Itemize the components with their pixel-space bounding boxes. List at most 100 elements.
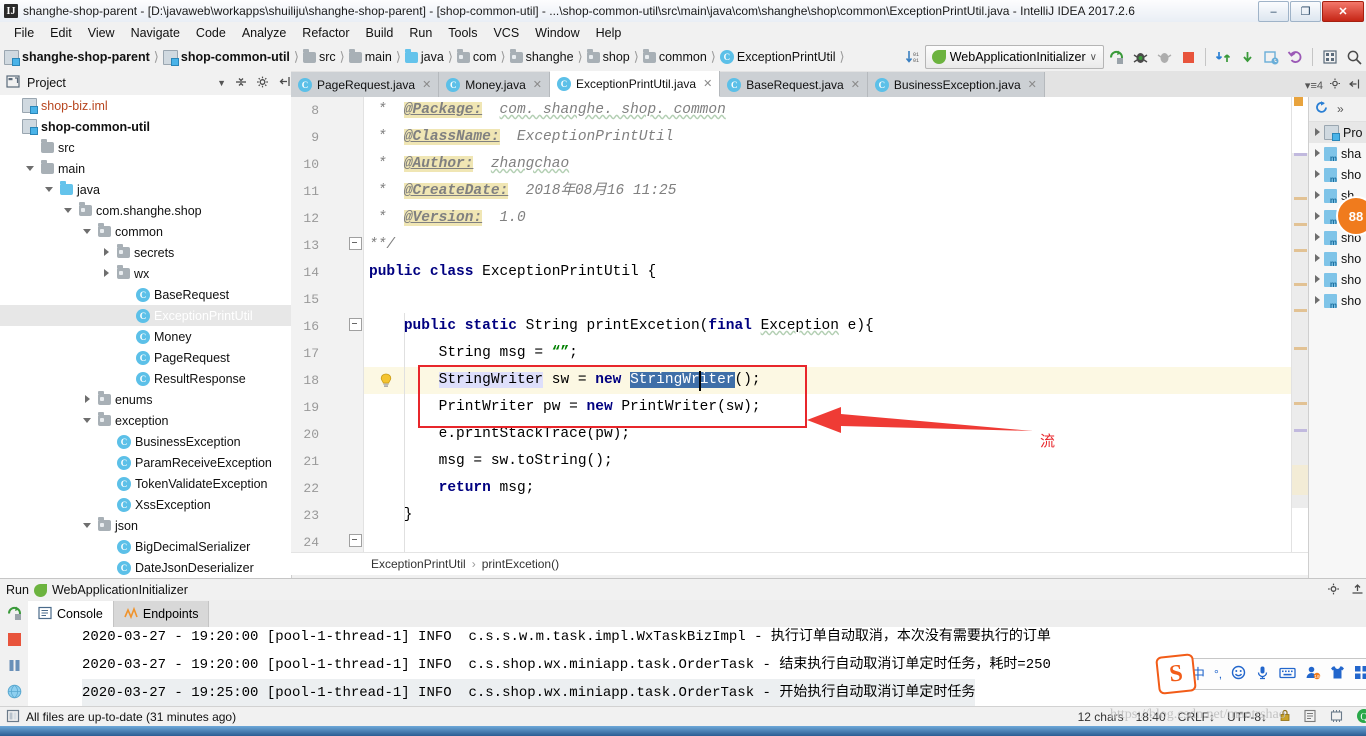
- tree-item[interactable]: exception: [0, 410, 291, 431]
- tree-item[interactable]: C ParamReceiveException: [0, 452, 291, 473]
- maximize-button[interactable]: ❐: [1290, 1, 1321, 22]
- code-line[interactable]: * @Package: com. shanghe. shop. common: [369, 97, 726, 124]
- qq-icon[interactable]: Q: [1356, 708, 1366, 727]
- code-line[interactable]: * @ClassName: ExceptionPrintUtil: [369, 124, 674, 151]
- skin-icon[interactable]: [1330, 665, 1345, 683]
- menu-analyze[interactable]: Analyze: [234, 24, 294, 42]
- breadcrumb-main[interactable]: main: [348, 48, 392, 64]
- maven-module-row[interactable]: sho: [1309, 269, 1366, 290]
- code-line[interactable]: return msg;: [369, 475, 535, 502]
- tree-item[interactable]: shop-biz.iml: [0, 95, 291, 116]
- run-icon[interactable]: [1105, 46, 1127, 68]
- fold-marker[interactable]: [349, 318, 362, 331]
- code-line[interactable]: * @Author: zhangchao: [369, 151, 569, 178]
- menu-window[interactable]: Window: [527, 24, 587, 42]
- code-line[interactable]: public static String printExcetion(final…: [369, 313, 874, 340]
- chevron-down-icon[interactable]: [44, 184, 55, 195]
- maven-module-row[interactable]: sho: [1309, 290, 1366, 311]
- chevron-right-icon[interactable]: [1312, 274, 1323, 285]
- code-line[interactable]: String msg = “”;: [369, 340, 578, 367]
- revert-icon[interactable]: [1284, 46, 1306, 68]
- chevron-right-icon[interactable]: [1312, 190, 1323, 201]
- tree-item[interactable]: secrets: [0, 242, 291, 263]
- fold-marker[interactable]: [349, 534, 362, 547]
- code-line[interactable]: public class ExceptionPrintUtil {: [369, 259, 656, 286]
- close-button[interactable]: ✕: [1322, 1, 1364, 22]
- globe-icon[interactable]: [0, 678, 28, 704]
- tree-item[interactable]: wx: [0, 263, 291, 284]
- breadcrumb-project[interactable]: shanghe-shop-parent: [4, 49, 150, 66]
- debug-icon[interactable]: [1129, 46, 1151, 68]
- chevron-right-icon[interactable]: [1312, 232, 1323, 243]
- editor-tab[interactable]: C BaseRequest.java ✕: [720, 72, 868, 97]
- chevron-right-icon[interactable]: [101, 247, 112, 258]
- chevron-right-icon[interactable]: [1312, 169, 1323, 180]
- tree-item[interactable]: json: [0, 515, 291, 536]
- code-text[interactable]: * @Package: com. shanghe. shop. common *…: [364, 97, 1308, 552]
- tree-item[interactable]: C BigDecimalSerializer: [0, 536, 291, 557]
- chevron-down-icon[interactable]: [82, 226, 93, 237]
- ime-punctuation-toggle[interactable]: °,: [1214, 667, 1222, 681]
- minimize-button[interactable]: –: [1258, 1, 1289, 22]
- menu-view[interactable]: View: [80, 24, 123, 42]
- run-configuration-selector[interactable]: WebApplicationInitializer ∨: [924, 45, 1104, 69]
- pause-icon[interactable]: [0, 652, 28, 678]
- project-tree[interactable]: shop-biz.iml shop-common-util src main java c…: [0, 95, 292, 578]
- run-panel-config[interactable]: WebApplicationInitializer: [52, 583, 188, 597]
- event-log-icon[interactable]: [1303, 709, 1317, 726]
- chevron-down-icon[interactable]: [82, 520, 93, 531]
- chevron-right-icon[interactable]: [1312, 295, 1323, 306]
- code-editor[interactable]: 8 9 10 11 12 13 14 15 16 17 18 19 20 21 22 23 24 * @Pack…: [291, 97, 1308, 552]
- menu-run[interactable]: Run: [401, 24, 440, 42]
- status-line-separator[interactable]: CRLF↕: [1178, 710, 1215, 724]
- status-encoding[interactable]: UTF-8↕: [1227, 710, 1267, 724]
- user-icon[interactable]: 10: [1305, 665, 1321, 683]
- editor-tab[interactable]: C ExceptionPrintUtil.java ✕: [550, 71, 721, 97]
- lock-icon[interactable]: [1279, 709, 1291, 725]
- breadcrumb-src[interactable]: src: [302, 48, 336, 64]
- tree-item[interactable]: C XssException: [0, 494, 291, 515]
- menu-tools[interactable]: Tools: [440, 24, 485, 42]
- breadcrumb-java[interactable]: java: [404, 48, 444, 64]
- sogou-ime-toolbar[interactable]: 中 °, 10: [1178, 658, 1366, 690]
- menu-navigate[interactable]: Navigate: [123, 24, 188, 42]
- tree-item[interactable]: C TokenValidateException: [0, 473, 291, 494]
- breadcrumb-shop[interactable]: shop: [586, 48, 630, 64]
- tree-item[interactable]: C ResultResponse: [0, 368, 291, 389]
- code-line[interactable]: * @CreateDate: 2018年08月16 11:25: [369, 178, 676, 205]
- chevron-down-icon[interactable]: [25, 163, 36, 174]
- apps-icon[interactable]: [1354, 665, 1366, 683]
- breadcrumb-shanghe[interactable]: shanghe: [509, 48, 574, 64]
- keyboard-icon[interactable]: [1279, 666, 1296, 683]
- breadcrumb-method-name[interactable]: printExcetion(): [482, 557, 559, 571]
- scrollbar-track[interactable]: [1292, 153, 1309, 508]
- tree-item[interactable]: java: [0, 179, 291, 200]
- tree-item[interactable]: C ExceptionPrintUtil: [0, 305, 291, 326]
- gear-icon[interactable]: [256, 75, 270, 92]
- code-line[interactable]: msg = sw.toString();: [369, 448, 613, 475]
- code-line[interactable]: }: [369, 502, 413, 529]
- close-icon[interactable]: ✕: [1028, 78, 1037, 91]
- search-icon[interactable]: [1343, 46, 1365, 68]
- gear-icon[interactable]: [1327, 582, 1341, 599]
- smiley-icon[interactable]: [1231, 665, 1246, 683]
- breadcrumb-class-name[interactable]: ExceptionPrintUtil: [371, 557, 466, 571]
- structure-icon[interactable]: [1319, 46, 1341, 68]
- menu-vcs[interactable]: VCS: [485, 24, 527, 42]
- editor-marker-strip[interactable]: [1291, 97, 1309, 552]
- menu-edit[interactable]: Edit: [42, 24, 80, 42]
- update-project-icon[interactable]: [1212, 46, 1234, 68]
- chevron-right-icon[interactable]: [1312, 148, 1323, 159]
- chevron-down-icon[interactable]: [82, 415, 93, 426]
- menu-refactor[interactable]: Refactor: [294, 24, 357, 42]
- close-icon[interactable]: ✕: [422, 78, 431, 91]
- stop-icon[interactable]: [0, 626, 28, 652]
- tree-item[interactable]: shop-common-util: [0, 116, 291, 137]
- chevron-right-icon[interactable]: [1312, 211, 1323, 222]
- menu-code[interactable]: Code: [188, 24, 234, 42]
- tree-item[interactable]: enums: [0, 389, 291, 410]
- rerun-icon[interactable]: [0, 600, 28, 626]
- close-icon[interactable]: ✕: [703, 77, 712, 90]
- breadcrumb-module[interactable]: shop-common-util: [162, 49, 290, 66]
- console-tab[interactable]: Endpoints: [113, 601, 210, 627]
